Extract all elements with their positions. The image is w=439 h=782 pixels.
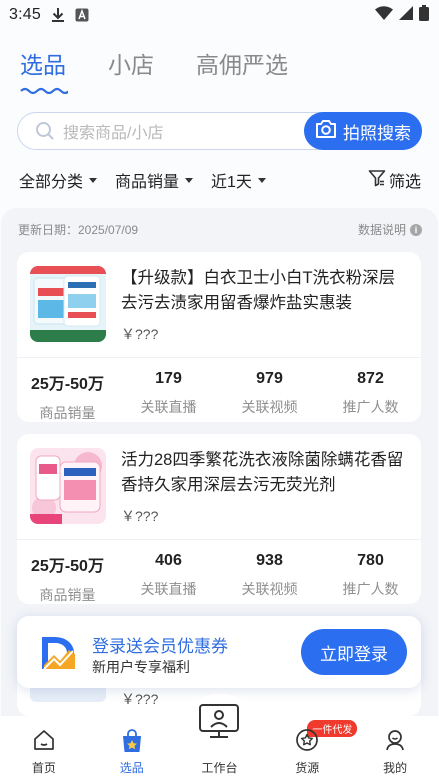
sort-filter-label: 商品销量 <box>115 174 180 191</box>
battery-icon <box>419 4 429 26</box>
stat-value: 872 <box>357 370 384 387</box>
stat-video: 938 关联视频 <box>219 552 320 605</box>
profile-icon <box>383 728 407 755</box>
stat-value: 780 <box>357 552 384 569</box>
stat-label: 推广人数 <box>342 581 399 597</box>
stat-value: 406 <box>155 552 182 569</box>
banner-title: 登录送会员优惠券 <box>92 637 228 656</box>
login-button[interactable]: 立即登录 <box>301 629 407 675</box>
stat-value: 938 <box>256 552 283 569</box>
top-tabs: 选品 小店 高佣严选 <box>20 46 288 94</box>
date-range-filter[interactable]: 近1天 <box>211 168 266 192</box>
stat-sales: 25万-50万 商品销量 <box>17 370 118 423</box>
stat-live: 179 关联直播 <box>118 370 219 423</box>
tab-selection[interactable]: 选品 <box>20 46 68 94</box>
caret-down-icon <box>89 177 98 183</box>
camera-icon <box>315 119 337 143</box>
status-time: 3:45 <box>9 6 41 23</box>
info-icon: i <box>410 223 422 236</box>
stat-value: 979 <box>256 370 283 387</box>
login-promo-banner[interactable]: 登录送会员优惠券 新用户专享福利 立即登录 <box>17 616 421 688</box>
download-icon <box>51 7 65 23</box>
data-explain-label: 数据说明 <box>357 223 406 237</box>
caret-down-icon <box>185 177 194 183</box>
stat-value: 25万-50万 <box>31 376 104 393</box>
stat-value: 25万-50万 <box>31 558 104 575</box>
product-price: ￥??? <box>121 508 159 524</box>
app-notification-icon <box>75 8 89 22</box>
stat-sales: 25万-50万 商品销量 <box>17 552 118 605</box>
category-filter-label: 全部分类 <box>19 174 84 191</box>
filter-bar: 全部分类 商品销量 近1天 筛选 <box>19 168 421 192</box>
tab-shop[interactable]: 小店 <box>108 46 154 86</box>
tab-selection-label: 选品 <box>20 52 66 78</box>
list-meta: 更新日期：2025/07/09 数据说明 i <box>18 221 422 238</box>
active-tab-indicator <box>20 87 68 94</box>
stat-promoters: 872 推广人数 <box>320 370 421 423</box>
product-image <box>30 688 106 702</box>
search-icon <box>35 121 55 141</box>
stat-label: 关联直播 <box>140 399 197 415</box>
product-price: ￥??? <box>121 326 159 342</box>
stat-label: 推广人数 <box>342 399 399 415</box>
tab-high-commission[interactable]: 高佣严选 <box>196 46 288 86</box>
nav-selection-label: 选品 <box>119 761 144 775</box>
stat-promoters: 780 推广人数 <box>320 552 421 605</box>
stat-label: 关联视频 <box>241 581 298 597</box>
stat-label: 商品销量 <box>39 587 96 603</box>
product-price: ￥??? <box>121 691 159 707</box>
product-title[interactable]: 活力28四季繁花洗衣液除菌除螨花香留香持久家用深层去污无荧光剂 <box>121 448 409 498</box>
nav-workbench-label: 工作台 <box>201 761 238 775</box>
bottom-nav: 首页 选品 工作台 一件代发 货源 我的 <box>0 694 439 782</box>
stat-label: 关联视频 <box>241 399 298 415</box>
wifi-icon <box>375 5 393 25</box>
nav-supply-label: 货源 <box>295 761 320 775</box>
search-bar[interactable]: 搜索商品/小店 拍照搜索 <box>17 112 422 150</box>
stat-value: 179 <box>155 370 182 387</box>
stat-video: 979 关联视频 <box>219 370 320 423</box>
sort-filter[interactable]: 商品销量 <box>115 168 194 192</box>
stat-live: 406 关联直播 <box>118 552 219 605</box>
tab-shop-label: 小店 <box>108 52 154 78</box>
photo-search-label: 拍照搜索 <box>343 123 411 143</box>
data-explain-link[interactable]: 数据说明 i <box>358 221 422 238</box>
shopping-bag-icon <box>120 728 144 757</box>
nav-profile-label: 我的 <box>383 761 408 775</box>
photo-search-button[interactable]: 拍照搜索 <box>304 112 422 150</box>
screen-label: 筛选 <box>388 174 421 191</box>
caret-down-icon <box>257 177 266 183</box>
nav-profile[interactable]: 我的 <box>351 716 439 782</box>
product-title[interactable]: 【升级款】白衣卫士小白T洗衣粉深层去污去渍家用留香爆炸盐实惠装 <box>121 266 409 316</box>
status-bar: 3:45 <box>0 0 439 30</box>
card-divider <box>17 357 421 358</box>
product-card[interactable]: 【升级款】白衣卫士小白T洗衣粉深层去污去渍家用留香爆炸盐实惠装 ￥??? 25万… <box>17 252 421 422</box>
stat-label: 关联直播 <box>140 581 197 597</box>
tab-high-commission-label: 高佣严选 <box>196 52 288 78</box>
home-icon <box>32 728 56 755</box>
supply-icon <box>295 728 319 755</box>
product-card[interactable]: 活力28四季繁花洗衣液除菌除螨花香留香持久家用深层去污无荧光剂 ￥??? 25万… <box>17 434 421 604</box>
app-logo-icon <box>39 634 79 677</box>
signal-icon <box>399 5 413 25</box>
product-image <box>30 266 106 342</box>
search-input[interactable]: 搜索商品/小店 <box>63 119 163 143</box>
date-range-label: 近1天 <box>211 174 252 191</box>
product-stats: 25万-50万 商品销量 406 关联直播 938 关联视频 780 推广人数 <box>17 552 421 605</box>
banner-subtitle: 新用户专享福利 <box>92 659 190 675</box>
category-filter[interactable]: 全部分类 <box>19 168 98 192</box>
nav-home-label: 首页 <box>31 761 56 775</box>
nav-selection[interactable]: 选品 <box>88 716 176 782</box>
update-date: 更新日期：2025/07/09 <box>18 223 139 237</box>
product-image <box>30 448 106 524</box>
nav-workbench[interactable]: 工作台 <box>176 704 264 782</box>
nav-home[interactable]: 首页 <box>0 716 88 782</box>
screen-button[interactable]: 筛选 <box>368 168 421 192</box>
workbench-icon <box>197 702 241 743</box>
filter-funnel-icon <box>368 169 386 192</box>
card-divider <box>17 539 421 540</box>
product-stats: 25万-50万 商品销量 179 关联直播 979 关联视频 872 推广人数 <box>17 370 421 423</box>
nav-supply[interactable]: 一件代发 货源 <box>263 716 358 782</box>
stat-label: 商品销量 <box>39 405 96 421</box>
